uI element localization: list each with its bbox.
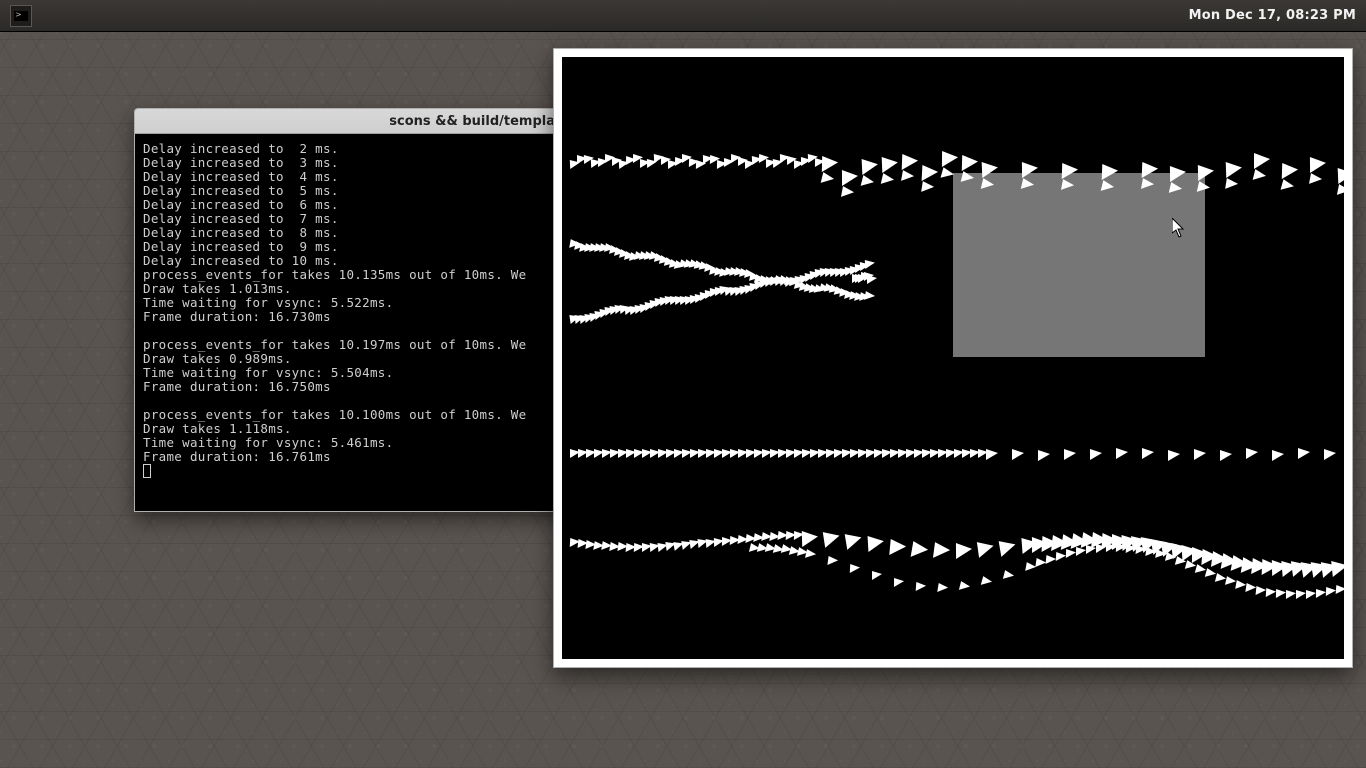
cursor-trail-icon: [1266, 588, 1277, 598]
cursor-trail-icon: [901, 170, 915, 183]
cursor-trail-icon: [1169, 182, 1183, 195]
cursor-trail-icon: [881, 173, 895, 186]
cursor-trail-icon: [1220, 450, 1232, 461]
cursor-trail-icon: [1226, 162, 1243, 179]
terminal-cursor: [143, 464, 151, 478]
cursor-trail-icon: [1062, 163, 1078, 179]
cursor-trail-icon: [868, 535, 885, 552]
cursor-trail-icon: [1281, 179, 1295, 193]
cursor-trail-icon: [999, 538, 1017, 556]
cursor-trail-icon: [1064, 449, 1076, 460]
cursor-trail-icon: [1141, 178, 1155, 191]
cursor-trail-icon: [1198, 165, 1214, 181]
cursor-trail-icon: [1298, 448, 1310, 459]
cursor-trail-icon: [1197, 181, 1211, 194]
cursor-trail-icon: [822, 156, 838, 172]
cursor-trail-icon: [1316, 589, 1326, 598]
cursor-trail-icon: [882, 156, 899, 173]
cursor-trail-icon: [1116, 448, 1128, 459]
cursor-trail-icon: [959, 581, 971, 592]
cursor-trail-icon: [823, 529, 841, 547]
cursor-trail-icon: [1286, 590, 1296, 599]
cursor-trail-icon: [1306, 590, 1316, 599]
cursor-trail-icon: [911, 541, 930, 560]
cursor-trail-icon: [821, 172, 835, 186]
cursor-trail-icon: [977, 540, 995, 558]
cursor-trail-icon: [845, 531, 863, 549]
cursor-trail-icon: [922, 165, 939, 182]
cursor-trail-icon: [861, 175, 875, 189]
cursor-trail-icon: [842, 170, 858, 186]
graphics-canvas[interactable]: [562, 57, 1344, 659]
cursor-trail-icon: [841, 186, 855, 199]
cursor-trail-icon: [1038, 450, 1050, 461]
cursor-trail-icon: [933, 543, 951, 561]
cursor-trail-icon: [1246, 448, 1258, 459]
cursor-trail-icon: [872, 571, 882, 580]
cursor-trail-icon: [1272, 450, 1284, 461]
cursor-trail-icon: [827, 556, 838, 566]
cursor-trail-icon: [865, 260, 875, 269]
cursor-trail-icon: [1331, 560, 1344, 578]
cursor-trail-icon: [1168, 450, 1180, 461]
cursor-trail-icon: [902, 154, 919, 171]
cursor-trail-icon: [1253, 170, 1267, 184]
cursor-trail-icon: [1337, 184, 1344, 197]
taskbar-terminal-icon[interactable]: [10, 5, 32, 27]
cursor-trail-icon: [894, 578, 904, 587]
top-panel: Mon Dec 17, 08:23 PM: [0, 0, 1366, 32]
graphics-window[interactable]: [553, 48, 1353, 668]
cursor-trail-icon: [1254, 153, 1270, 169]
cursor-trail-icon: [850, 564, 860, 574]
cursor-trail-icon: [921, 181, 935, 194]
cursor-trail-icon: [1066, 549, 1076, 558]
cursor-trail-icon: [1102, 164, 1119, 181]
cursor-trail-icon: [1282, 163, 1298, 179]
cursor-trail-icon: [802, 531, 818, 547]
cursor-trail-icon: [805, 549, 817, 560]
cursor-trail-icon: [889, 539, 906, 556]
cursor-trail-icon: [962, 155, 978, 171]
cursor-trail-icon: [982, 162, 999, 179]
cursor-trail-icon: [1012, 449, 1024, 460]
cursor-trail-icon: [1296, 590, 1306, 599]
cursor-trail-icon: [1338, 167, 1344, 184]
cursor-trail-icon: [1324, 449, 1336, 460]
cursor-trail-icon: [1310, 156, 1326, 172]
terminal-output: Delay increased to 2 ms. Delay increased…: [143, 141, 534, 464]
cursor-trail-icon: [956, 543, 972, 559]
cursor-trail-icon: [1022, 162, 1038, 178]
cursor-trail-icon: [862, 158, 879, 175]
cursor-trail-icon: [916, 582, 927, 592]
cursor-trail-icon: [1276, 589, 1286, 598]
cursor-trail-icon: [1003, 570, 1015, 581]
graphics-gray-rectangle: [953, 173, 1205, 357]
cursor-trail-icon: [1336, 585, 1344, 595]
cursor-trail-icon: [986, 449, 998, 460]
cursor-trail-icon: [1256, 586, 1267, 596]
cursor-trail-icon: [1061, 179, 1075, 192]
cursor-trail-icon: [1225, 179, 1239, 192]
cursor-trail-icon: [1142, 448, 1154, 459]
cursor-trail-icon: [1142, 162, 1159, 179]
panel-clock[interactable]: Mon Dec 17, 08:23 PM: [1189, 8, 1356, 23]
cursor-trail-icon: [867, 275, 877, 284]
cursor-trail-icon: [981, 577, 993, 588]
cursor-trail-icon: [1056, 552, 1067, 562]
cursor-trail-icon: [1170, 166, 1186, 182]
cursor-trail-icon: [1090, 449, 1102, 460]
terminal-icon: [14, 11, 28, 21]
cursor-trail-icon: [1194, 449, 1206, 460]
cursor-trail-icon: [937, 583, 948, 593]
cursor-trail-icon: [1326, 587, 1336, 596]
cursor-trail-icon: [1309, 173, 1323, 186]
cursor-trail-icon: [942, 151, 958, 167]
